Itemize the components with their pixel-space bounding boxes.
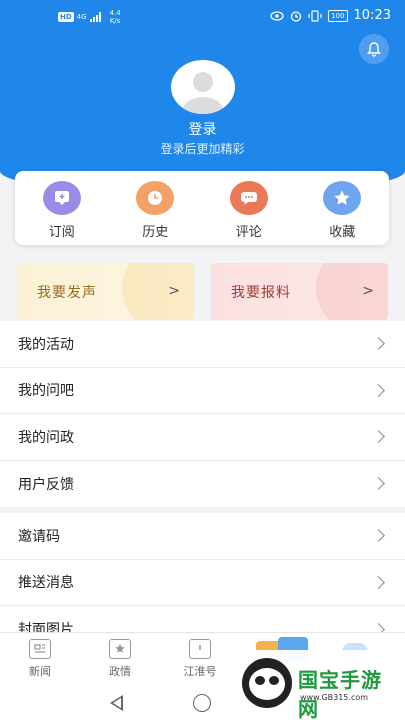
politics-icon — [109, 639, 131, 659]
hd-icon: HD — [58, 12, 74, 22]
quick-action-subscribe[interactable]: 订阅 — [15, 171, 109, 245]
menu-item-label: 我的问政 — [18, 429, 74, 446]
watermark-url: www.GB315.com — [300, 693, 369, 702]
speak-out-label: 我要发声 — [37, 285, 97, 301]
quick-action-label: 历史 — [142, 225, 169, 240]
menu-item-label: 用户反馈 — [18, 476, 74, 493]
menu-item-label: 推送消息 — [18, 575, 74, 592]
menu-item-feedback[interactable]: 用户反馈 — [0, 461, 405, 508]
speak-out-card[interactable]: 我要发声 > — [17, 263, 194, 320]
notification-bell-button[interactable] — [359, 34, 389, 64]
menu-item-label: 邀请码 — [18, 528, 60, 545]
chevron-right-icon — [372, 383, 385, 397]
bell-icon — [367, 42, 381, 57]
menu-item-label: 我的问吧 — [18, 383, 74, 400]
network-type: 4G — [76, 13, 87, 21]
nav-tab-jianghuai[interactable]: 江淮号 — [160, 633, 240, 686]
chevron-right-icon — [372, 575, 385, 589]
network-speed: 4.4 K/s — [110, 9, 121, 25]
back-icon[interactable] — [110, 695, 123, 711]
menu-item-label: 我的活动 — [18, 336, 74, 353]
alarm-icon — [291, 10, 302, 22]
clock: 10:23 — [353, 8, 391, 23]
signal-icon — [89, 12, 101, 22]
nav-label: 政情 — [109, 665, 131, 678]
nav-label: 新闻 — [29, 665, 51, 678]
submit-tip-label: 我要报料 — [231, 285, 291, 301]
menu-item-my-questions[interactable]: 我的问吧 — [0, 368, 405, 414]
speed-unit: K/s — [109, 17, 121, 25]
chevron-right-icon — [372, 430, 385, 444]
chevron-right-icon: > — [168, 283, 180, 299]
quick-action-comment[interactable]: 评论 — [202, 171, 296, 245]
card-decoration — [316, 263, 388, 320]
quick-action-label: 评论 — [235, 225, 262, 240]
quick-action-label: 订阅 — [48, 225, 75, 240]
chevron-right-icon: > — [362, 283, 374, 299]
news-icon — [29, 639, 51, 659]
star-icon — [323, 181, 362, 215]
watermark-title: 国宝手游网 — [298, 668, 382, 720]
menu-item-my-inquiries[interactable]: 我的问政 — [0, 414, 405, 461]
login-link[interactable]: 登录 — [0, 119, 405, 139]
nav-label: 江淮号 — [183, 665, 217, 678]
eye-icon — [270, 10, 284, 21]
home-icon[interactable] — [193, 694, 211, 712]
jianghuai-icon — [189, 639, 211, 659]
vibrate-icon — [308, 9, 322, 22]
login-hint: 登录后更加精彩 — [160, 142, 245, 156]
nav-tab-news[interactable]: 新闻 — [0, 633, 80, 686]
menu-group-personal: 我的活动 我的问吧 我的问政 用户反馈 — [0, 321, 405, 507]
avatar[interactable] — [171, 60, 235, 114]
status-left: HD 4G 4.4 K/s — [58, 9, 121, 25]
menu-item-push-messages[interactable]: 推送消息 — [0, 560, 405, 606]
quick-action-history[interactable]: 历史 — [109, 171, 203, 245]
default-avatar-icon — [183, 72, 223, 114]
card-decoration — [122, 263, 194, 320]
chevron-right-icon — [372, 477, 385, 491]
menu-item-my-activities[interactable]: 我的活动 — [0, 321, 405, 368]
subscribe-icon — [42, 181, 81, 215]
comment-icon — [229, 181, 268, 215]
quick-action-favorite[interactable]: 收藏 — [296, 171, 390, 245]
nav-tab-politics[interactable]: 政情 — [80, 633, 160, 686]
status-bar: HD 4G 4.4 K/s 100 10:23 — [0, 0, 405, 36]
speed-value: 4.4 — [109, 9, 121, 17]
quick-actions-card: 订阅 历史 评论 收藏 — [15, 171, 389, 245]
watermark-overlay: 国宝手游网 www.GB315.com — [236, 650, 401, 720]
quick-action-label: 收藏 — [329, 225, 356, 240]
history-icon — [136, 181, 175, 215]
panda-logo-icon — [242, 658, 292, 708]
status-right: 100 10:23 — [270, 8, 391, 23]
submit-tip-card[interactable]: 我要报料 > — [211, 263, 388, 320]
menu-item-invite-code[interactable]: 邀请码 — [0, 513, 405, 560]
chevron-right-icon — [372, 529, 385, 543]
battery-icon: 100 — [328, 9, 348, 22]
chevron-right-icon — [372, 337, 385, 351]
